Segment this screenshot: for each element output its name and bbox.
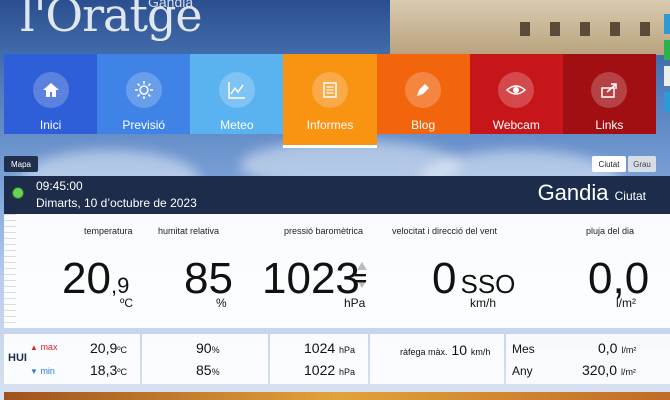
today-press-max: 1024 hPa	[304, 340, 355, 356]
share-icon	[591, 72, 628, 108]
email-share-icon[interactable]	[664, 66, 670, 86]
temperature-decimal: ,9	[110, 273, 130, 298]
station-city: Gandia Ciutat	[538, 180, 646, 206]
station-city-type: Ciutat	[614, 189, 646, 203]
gust-value: 10	[451, 342, 467, 358]
nav-item-label: Blog	[411, 118, 436, 132]
nav-item-informes[interactable]: Informes	[283, 54, 377, 148]
today-temp-min: 18,3ºC	[90, 362, 127, 378]
today-gust: ràfega màx. 10 km/h	[400, 342, 490, 358]
nav-item-label: Inici	[39, 118, 62, 132]
rain-unit: l/m²	[616, 296, 636, 310]
today-hum-min: 85%	[196, 362, 220, 378]
pen-icon	[405, 72, 442, 108]
current-readings-panel: temperatura 20,9 ºC humitat relativa 85 …	[4, 214, 670, 328]
nav-item-label: Webcam	[492, 118, 540, 132]
nav-item-label: Previsió	[122, 118, 166, 132]
nav-item-webcam[interactable]: Webcam	[469, 54, 563, 134]
bottom-banner-image	[4, 392, 670, 400]
chart-line-icon	[218, 72, 255, 108]
station-header: 09:45:00 Dimarts, 10 d’octubre de 2023 G…	[4, 176, 670, 214]
rain-month-label: Mes	[512, 342, 535, 356]
site-logo-subtitle: Gandia	[148, 0, 194, 10]
rain-label: pluja del dia	[586, 226, 635, 236]
nav-item-label: Links	[595, 118, 624, 132]
min-arrow-icon: ▼	[30, 367, 38, 376]
max-label: ▲ max	[30, 342, 57, 352]
sun-icon	[125, 72, 162, 108]
home-icon	[32, 72, 69, 108]
hum-min-value: 85	[196, 362, 212, 378]
rain-month-unit: l/m²	[621, 345, 637, 355]
degree-button[interactable]: Grau	[628, 156, 656, 172]
hum-max-value: 90	[196, 340, 212, 356]
nav-item-label: Informes	[306, 118, 354, 132]
pressure-label: pressió baromètrica	[284, 226, 364, 236]
twitter-share-icon[interactable]	[664, 14, 670, 34]
nav-item-blog[interactable]: Blog	[376, 54, 470, 134]
header-building-image	[390, 0, 670, 55]
humidity-label: humitat relativa	[158, 226, 220, 236]
min-label: ▼ min	[30, 366, 55, 376]
rain-month: 0,0 l/m²	[598, 340, 636, 356]
scale-ruler	[4, 214, 16, 328]
wind-speed: 0	[432, 254, 457, 303]
press-max-value: 1024	[304, 340, 336, 356]
max-arrow-icon: ▲	[30, 343, 38, 352]
rain-year-value: 320,0	[582, 362, 618, 378]
nav-item-meteo[interactable]: Meteo	[190, 54, 284, 134]
rain-year-unit: l/m²	[620, 367, 636, 377]
status-online-icon	[12, 187, 24, 199]
temp-max-unit: ºC	[117, 345, 128, 355]
humidity-unit: %	[216, 296, 227, 310]
map-button[interactable]: Mapa	[4, 156, 38, 172]
observation-date: Dimarts, 10 d’octubre de 2023	[36, 196, 197, 210]
temp-min-unit: ºC	[117, 367, 128, 377]
press-min-unit: hPa	[339, 367, 356, 377]
temp-max-value: 20,9	[90, 340, 118, 356]
today-label: HUI	[8, 352, 27, 364]
press-min-value: 1022	[304, 362, 336, 378]
wind-direction: SSO	[460, 269, 516, 299]
rain-month-value: 0,0	[598, 340, 618, 356]
nav-item-label: Meteo	[220, 118, 254, 132]
pressure-unit: hPa	[344, 296, 366, 310]
whatsapp-share-icon[interactable]	[664, 40, 670, 60]
temp-min-value: 18,3	[90, 362, 118, 378]
today-hum-max: 90%	[196, 340, 220, 356]
observation-time: 09:45:00	[36, 179, 83, 193]
city-button[interactable]: Ciutat	[592, 156, 626, 172]
rain-year: 320,0 l/m²	[582, 362, 636, 378]
min-text: min	[40, 366, 55, 376]
document-icon	[311, 72, 348, 108]
nav-item-inici[interactable]: Inici	[4, 54, 98, 134]
telegram-share-icon[interactable]	[664, 92, 670, 112]
temperature-int: 20	[62, 254, 111, 303]
hum-min-unit: %	[211, 367, 220, 377]
today-press-min: 1022 hPa	[304, 362, 355, 378]
max-text: max	[40, 342, 58, 352]
station-city-name: Gandia	[537, 180, 609, 205]
nav-item-previsio[interactable]: Previsió	[97, 54, 191, 134]
gust-unit: km/h	[470, 347, 491, 357]
gust-label: ràfega màx.	[400, 347, 448, 357]
main-nav: Inici Previsió Meteo Informes Blog Webca…	[4, 54, 656, 148]
temperature-unit: ºC	[120, 296, 134, 310]
nav-item-links[interactable]: Links	[562, 54, 656, 134]
pressure-trend: =	[354, 266, 367, 291]
wind-label: velocitat i direcció del vent	[392, 226, 498, 236]
hum-max-unit: %	[211, 345, 220, 355]
press-max-unit: hPa	[339, 345, 356, 355]
wind-unit: km/h	[470, 296, 497, 310]
temperature-label: temperatura	[84, 226, 133, 236]
eye-icon	[498, 72, 535, 108]
today-temp-max: 20,9ºC	[90, 340, 127, 356]
rain-year-label: Any	[512, 364, 533, 378]
